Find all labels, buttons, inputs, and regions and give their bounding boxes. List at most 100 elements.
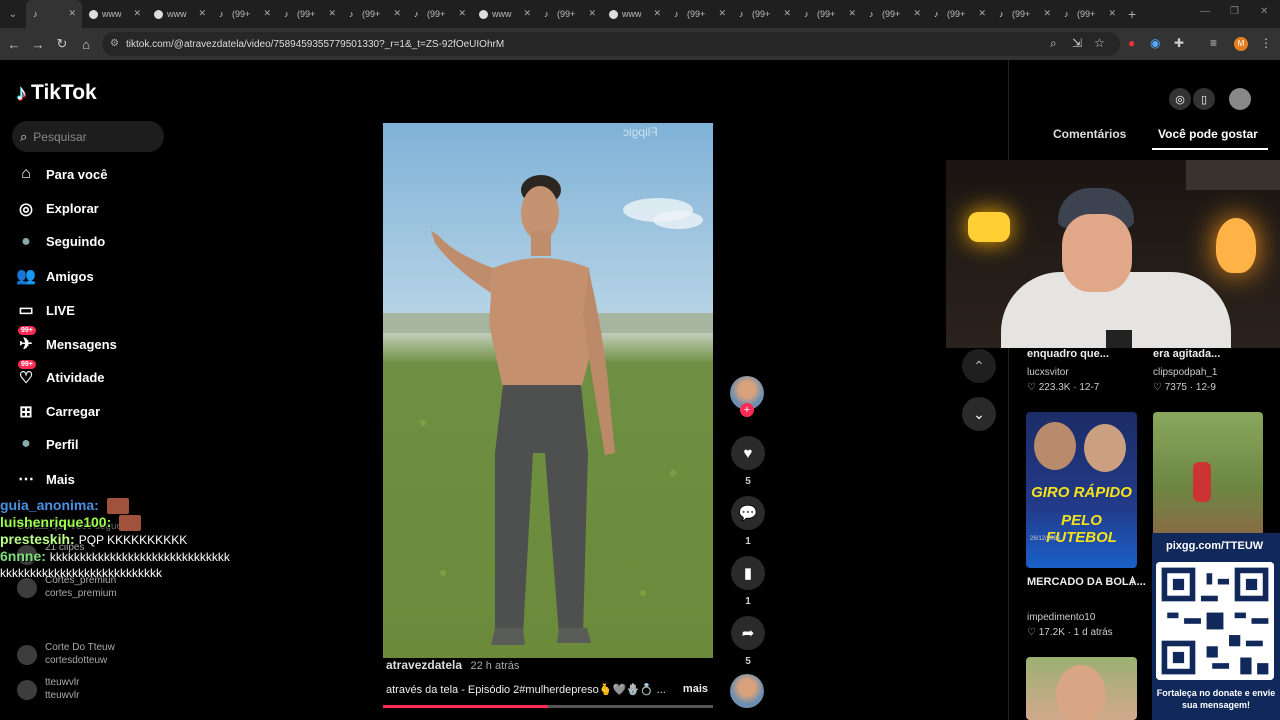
tab-close-icon[interactable]: ✕ [328, 8, 336, 19]
browser-tab[interactable]: ♪ (99+ ✕ [407, 0, 472, 28]
profile-avatar-icon[interactable]: M [1234, 37, 1248, 51]
extensions-icon[interactable]: ✚ [1174, 36, 1184, 50]
browser-tab[interactable]: www ✕ [82, 0, 147, 28]
card-user[interactable]: impedimento10 [1027, 612, 1095, 623]
install-icon[interactable]: ⇲ [1072, 36, 1082, 50]
video-player[interactable]: Flipgic [383, 123, 713, 658]
browser-tab[interactable]: ♪ ✕ [26, 0, 82, 28]
tab-close-icon[interactable]: ✕ [848, 8, 856, 19]
zoom-icon[interactable]: ⌕ [1050, 36, 1057, 51]
browser-tab[interactable]: ♪ (99+ ✕ [797, 0, 862, 28]
caption-more-link[interactable]: mais [683, 683, 708, 696]
tiktok-icon: ♪ [999, 8, 1004, 19]
following-account-name[interactable]: tteuwvlr [45, 677, 79, 688]
new-tab-button[interactable]: + [1128, 6, 1136, 22]
browser-tab[interactable]: www ✕ [472, 0, 537, 28]
sidebar-item-label: Mais [46, 471, 75, 487]
back-icon[interactable]: ← [2, 37, 26, 52]
card-title[interactable]: era agitada... [1153, 348, 1220, 360]
sidebar-item-explorar[interactable]: ◎ Explorar [16, 199, 99, 219]
browser-tab[interactable]: ♪ (99+ ✕ [537, 0, 602, 28]
video-author[interactable]: atravezdatela [386, 658, 462, 672]
tab-close-icon[interactable]: ✕ [133, 8, 141, 19]
extension-red-icon[interactable]: ● [1128, 36, 1135, 50]
tab-close-icon[interactable]: ✕ [263, 8, 271, 19]
sidebar-item-perfil[interactable]: ● Perfil [16, 435, 78, 453]
video-progress-bar[interactable] [383, 705, 713, 708]
browser-tab[interactable]: ♪ (99+ ✕ [992, 0, 1057, 28]
card-title[interactable]: enquadro que... [1027, 348, 1109, 360]
media-icon[interactable]: ≡ [1210, 36, 1217, 50]
music-disc-avatar[interactable] [730, 674, 764, 708]
tab-you-may-like[interactable]: Você pode gostar [1158, 127, 1258, 141]
tab-close-icon[interactable]: ✕ [198, 8, 206, 19]
tab-close-icon[interactable]: ✕ [978, 8, 986, 19]
maximize-icon[interactable]: ❐ [1230, 6, 1239, 17]
tab-close-icon[interactable]: ✕ [783, 8, 791, 19]
sidebar-item-live[interactable]: ▭ LIVE [16, 300, 74, 320]
close-window-icon[interactable]: ✕ [1260, 6, 1268, 17]
tab-close-icon[interactable]: ✕ [458, 8, 466, 19]
comment-button[interactable]: 💬 1 [730, 496, 766, 547]
card-more-icon[interactable]: ⋮ [1127, 574, 1138, 587]
sidebar-item-para-você[interactable]: ⌂ Para você [16, 165, 107, 183]
card-thumbnail-outdoor[interactable] [1153, 412, 1263, 536]
home-icon[interactable]: ⌂ [74, 37, 98, 52]
browser-tab[interactable]: www ✕ [147, 0, 212, 28]
card-thumbnail-reaction[interactable] [1026, 657, 1137, 720]
save-button[interactable]: ▮ 1 [730, 556, 766, 607]
tab-close-icon[interactable]: ✕ [68, 8, 76, 19]
browser-tab[interactable]: ♪ (99+ ✕ [927, 0, 992, 28]
tab-close-icon[interactable]: ✕ [913, 8, 921, 19]
comment-icon: 💬 [731, 496, 765, 530]
browser-tab[interactable]: www ✕ [602, 0, 667, 28]
tab-close-icon[interactable]: ✕ [393, 8, 401, 19]
browser-tab[interactable]: ♪ (99+ ✕ [667, 0, 732, 28]
tab-comments[interactable]: Comentários [1053, 127, 1126, 141]
search-input[interactable]: ⌕ Pesquisar [12, 121, 164, 152]
tab-close-icon[interactable]: ✕ [1043, 8, 1051, 19]
bookmark-star-icon[interactable]: ☆ [1094, 36, 1105, 50]
extension-audio-icon[interactable]: ◉ [1150, 36, 1160, 50]
browser-tab[interactable]: ♪ (99+ ✕ [1057, 0, 1122, 28]
mobile-icon[interactable]: ▯ [1193, 88, 1215, 110]
share-button[interactable]: ➦ 5 [730, 616, 766, 667]
next-video-button[interactable]: ⌄ [962, 397, 996, 431]
compass-small-icon[interactable]: ◎ [1169, 88, 1191, 110]
tab-close-icon[interactable]: ✕ [1108, 8, 1116, 19]
tab-close-icon[interactable]: ✕ [718, 8, 726, 19]
sidebar-item-seguindo[interactable]: ● Seguindo [16, 233, 105, 251]
sidebar-item-carregar[interactable]: ⊞ Carregar [16, 402, 100, 422]
browser-tab[interactable]: ♪ (99+ ✕ [212, 0, 277, 28]
reload-icon[interactable]: ↻ [50, 36, 74, 52]
url-field[interactable]: ⚙ tiktok.com/@atravezdatela/video/758945… [102, 32, 1120, 56]
user-avatar-icon[interactable] [1229, 88, 1251, 110]
sidebar-item-mais[interactable]: ⋯ Mais [16, 469, 75, 489]
card-user[interactable]: lucxsvitor [1027, 367, 1069, 378]
previous-video-button[interactable]: ⌃ [962, 349, 996, 383]
following-avatar[interactable] [17, 680, 37, 700]
browser-tab[interactable]: ♪ (99+ ✕ [342, 0, 407, 28]
card-user[interactable]: clipspodpah_1 [1153, 367, 1218, 378]
browser-tab[interactable]: ♪ (99+ ✕ [862, 0, 927, 28]
follow-plus-icon[interactable]: + [740, 403, 754, 417]
minimize-icon[interactable]: — [1200, 6, 1210, 17]
tab-close-icon[interactable]: ✕ [588, 8, 596, 19]
browser-tab[interactable]: ♪ (99+ ✕ [277, 0, 342, 28]
following-avatar[interactable] [17, 578, 37, 598]
browser-tab[interactable]: ♪ (99+ ✕ [732, 0, 797, 28]
tab-close-icon[interactable]: ✕ [523, 8, 531, 19]
sidebar-item-mensagens[interactable]: ✈ 99+ Mensagens [16, 326, 117, 354]
tiktok-logo[interactable]: ♪ TikTok [16, 80, 97, 106]
forward-icon[interactable]: → [26, 37, 50, 52]
following-avatar[interactable] [17, 645, 37, 665]
sidebar-item-amigos[interactable]: 👥 Amigos [16, 266, 94, 286]
sidebar-item-atividade[interactable]: ♡ 99+ Atividade [16, 359, 105, 388]
like-button[interactable]: ♥ 5 [730, 436, 766, 487]
following-account-name[interactable]: Corte Do Tteuw [45, 642, 115, 653]
site-info-icon[interactable]: ⚙ [110, 38, 119, 49]
browser-menu-icon[interactable]: ⋮ [1260, 36, 1272, 50]
tab-search-icon[interactable]: ⌄ [0, 0, 26, 28]
card-thumbnail-football[interactable]: GIRO RÁPIDO PELO FUTEBOL 26/12/2025 [1026, 412, 1137, 568]
tab-close-icon[interactable]: ✕ [653, 8, 661, 19]
